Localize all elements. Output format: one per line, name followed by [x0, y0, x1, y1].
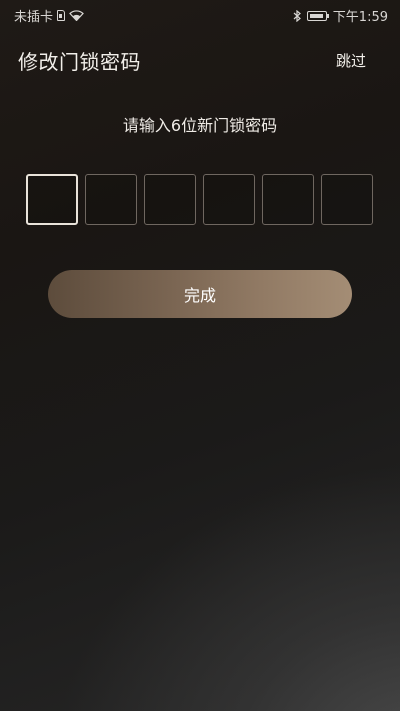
- digit-box-4[interactable]: [203, 174, 255, 225]
- digit-box-2[interactable]: [85, 174, 137, 225]
- bluetooth-icon: [293, 9, 301, 22]
- wifi-icon: [69, 10, 84, 21]
- done-button[interactable]: 完成: [48, 270, 352, 318]
- password-prompt: 请输入6位新门锁密码: [122, 116, 278, 135]
- digit-box-1[interactable]: [26, 174, 78, 225]
- carrier-text: 未插卡: [14, 10, 54, 25]
- digit-box-5[interactable]: [262, 174, 314, 225]
- status-bar: 未插卡 下午1:59: [0, 0, 400, 28]
- status-left: 未插卡: [14, 6, 84, 25]
- digit-box-6[interactable]: [321, 174, 373, 225]
- skip-button[interactable]: 跳过: [336, 50, 366, 71]
- status-right: 下午1:59: [293, 6, 388, 25]
- page-title: 修改门锁密码: [18, 50, 141, 74]
- password-digit-boxes[interactable]: [26, 174, 373, 225]
- done-button-label: 完成: [183, 286, 216, 305]
- digit-box-3[interactable]: [144, 174, 196, 225]
- sim-icon: [57, 10, 66, 21]
- status-time: 下午1:59: [332, 10, 388, 25]
- battery-icon: [306, 10, 329, 21]
